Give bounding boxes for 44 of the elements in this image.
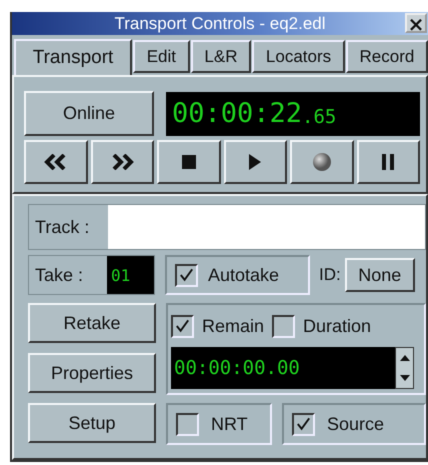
transport-button[interactable] [90,140,154,184]
tab[interactable]: Transport [14,39,132,75]
checkbox[interactable] [176,412,199,436]
nrt-label: NRT [211,414,248,434]
id-label: ID: [319,265,341,285]
pause-icon [382,154,394,170]
side-button[interactable]: Setup [28,403,156,443]
duration-label: Duration [303,316,372,336]
checkbox[interactable] [171,314,194,338]
transport-button[interactable] [24,140,88,184]
transport-button[interactable] [356,140,420,184]
checkbox[interactable] [175,264,198,286]
id-button[interactable]: None [344,258,415,292]
transport-button[interactable] [290,140,354,184]
record-icon [312,153,331,171]
track-field[interactable]: Track : [28,204,426,250]
duration-timecode[interactable]: 00:00:00.00 [171,347,395,389]
track-label: Track : [34,216,90,238]
window-title: Transport Controls - eq2.edl [114,14,326,34]
source-label: Source [327,414,384,434]
checkbox[interactable] [272,314,296,338]
tab[interactable]: Record [346,40,428,73]
rewind-icon [44,154,68,170]
side-button[interactable]: Retake [28,303,156,343]
spinner[interactable] [395,347,414,389]
transport-button[interactable] [224,140,287,184]
play-icon [249,154,262,170]
remain-label: Remain [202,316,264,336]
tab[interactable]: L&R [190,40,252,73]
timecode-display: 00:00:22.65 [166,92,420,136]
tab[interactable]: Locators [252,40,345,73]
close-button[interactable]: × [405,13,427,33]
down-arrow-icon [400,375,410,381]
transport-button[interactable] [157,140,220,184]
side-button[interactable]: Properties [28,353,156,393]
fast-forward-icon [110,154,134,170]
online-button[interactable]: Online [24,91,154,136]
tab[interactable]: Edit [133,40,190,73]
autotake-label: Autotake [208,264,280,286]
stop-icon [182,155,196,169]
take-value: 01 [107,256,154,294]
checkbox[interactable] [292,412,315,436]
up-arrow-icon [400,355,410,361]
take-label: Take : [34,264,84,286]
